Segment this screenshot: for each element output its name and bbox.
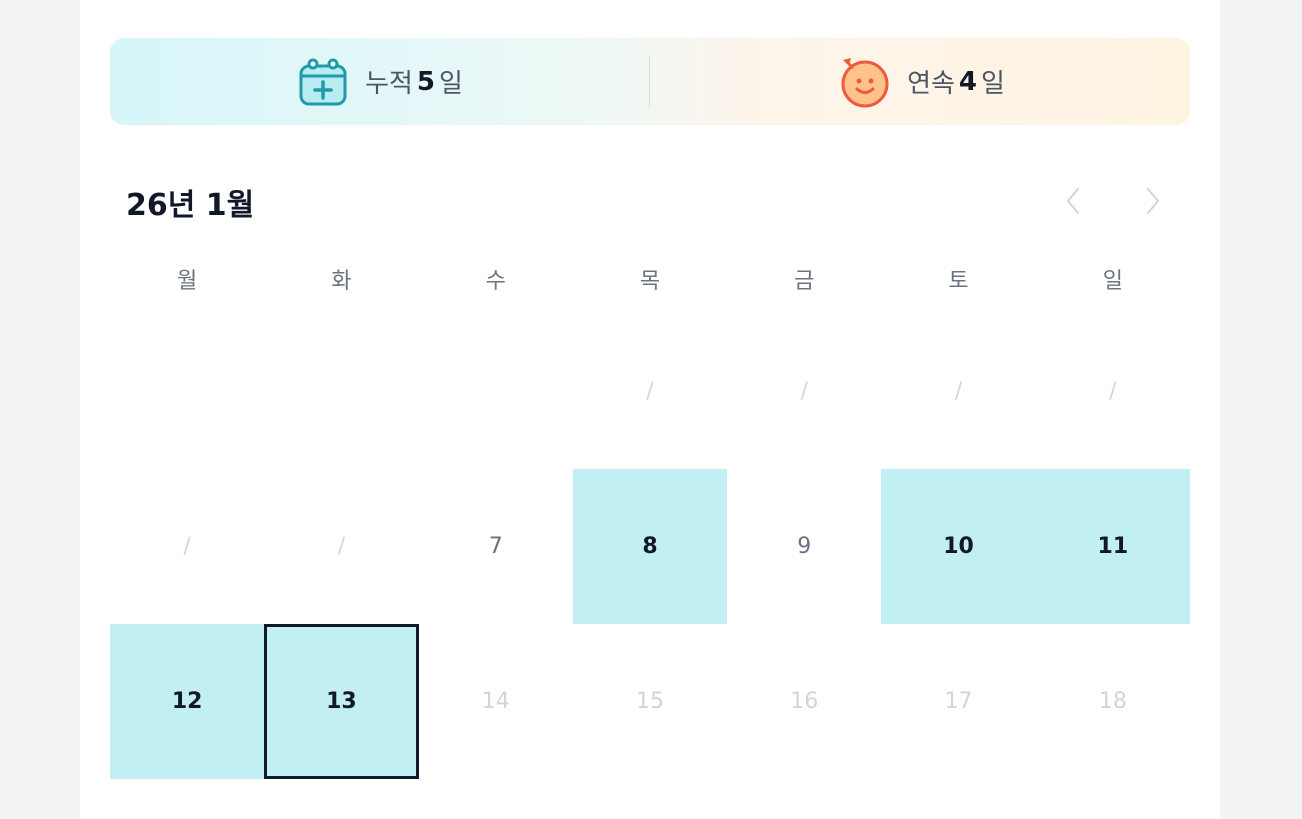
calendar-day-cell[interactable]: 10 [881, 469, 1036, 624]
calendar-day-cell[interactable]: 15 [573, 624, 727, 779]
weekday-header: 월 화 수 목 금 토 일 [110, 262, 1190, 302]
weekday-sat: 토 [948, 269, 969, 294]
calendar-grid: / / / / / / 7 8 9 10 11 12 13 14 15 16 17 18 [110, 314, 1190, 779]
streak-days-stat: 연속 4 일 [650, 38, 1190, 125]
streak-value: 4 [958, 66, 977, 97]
calendar-day-cell[interactable]: 8 [572, 469, 728, 624]
stats-banner: 누적 5 일 연속 4 일 [110, 38, 1190, 125]
calendar-day-cell[interactable]: 17 [881, 624, 1035, 779]
weekday-sun: 일 [1102, 269, 1123, 294]
weekday-thu: 목 [639, 269, 661, 294]
calendar-cell-blank [264, 314, 418, 469]
weekday-wed: 수 [485, 269, 506, 294]
chevron-left-icon [1066, 188, 1079, 214]
next-month-button[interactable] [1138, 186, 1168, 216]
calendar-cell-blank [419, 314, 573, 469]
calendar-day-cell: / [954, 379, 963, 404]
calendar-cell-blank [110, 314, 264, 469]
prev-month-button[interactable] [1058, 186, 1088, 216]
weekday-fri: 금 [794, 269, 815, 294]
calendar-day-cell[interactable]: 16 [727, 624, 881, 779]
total-value: 5 [416, 66, 435, 97]
calendar-day-cell: / [1109, 379, 1117, 404]
total-prefix: 누적 [365, 69, 413, 99]
total-suffix: 일 [439, 69, 463, 99]
calendar-day-cell: / [337, 534, 346, 559]
streak-prefix: 연속 [907, 69, 955, 99]
calendar-day-cell[interactable]: 13 [264, 624, 419, 779]
weekday-mon: 월 [177, 269, 198, 294]
banner-divider [649, 56, 650, 107]
month-title: 26년 1월 [126, 188, 255, 223]
calendar-day-cell[interactable]: 14 [419, 624, 573, 779]
calendar-day-cell[interactable]: 12 [110, 624, 265, 779]
calendar-day-cell[interactable]: 11 [1035, 469, 1190, 624]
calendar-day-cell: / [646, 379, 654, 404]
smiley-sun-icon [835, 54, 891, 110]
total-days-stat: 누적 5 일 [110, 38, 650, 125]
calendar-day-cell: / [800, 379, 808, 404]
calendar-plus-icon [297, 56, 349, 108]
calendar-day-cell[interactable]: 9 [727, 469, 881, 624]
attendance-panel: 누적 5 일 연속 4 일 26년 1월 월 화 수 목 금 토 일 / / /… [80, 0, 1220, 819]
weekday-tue: 화 [331, 269, 352, 294]
calendar-day-cell: / [183, 534, 191, 559]
chevron-right-icon [1147, 188, 1160, 214]
calendar-day-cell[interactable]: 18 [1036, 624, 1190, 779]
streak-suffix: 일 [981, 69, 1005, 99]
calendar-day-cell[interactable]: 7 [419, 469, 573, 624]
